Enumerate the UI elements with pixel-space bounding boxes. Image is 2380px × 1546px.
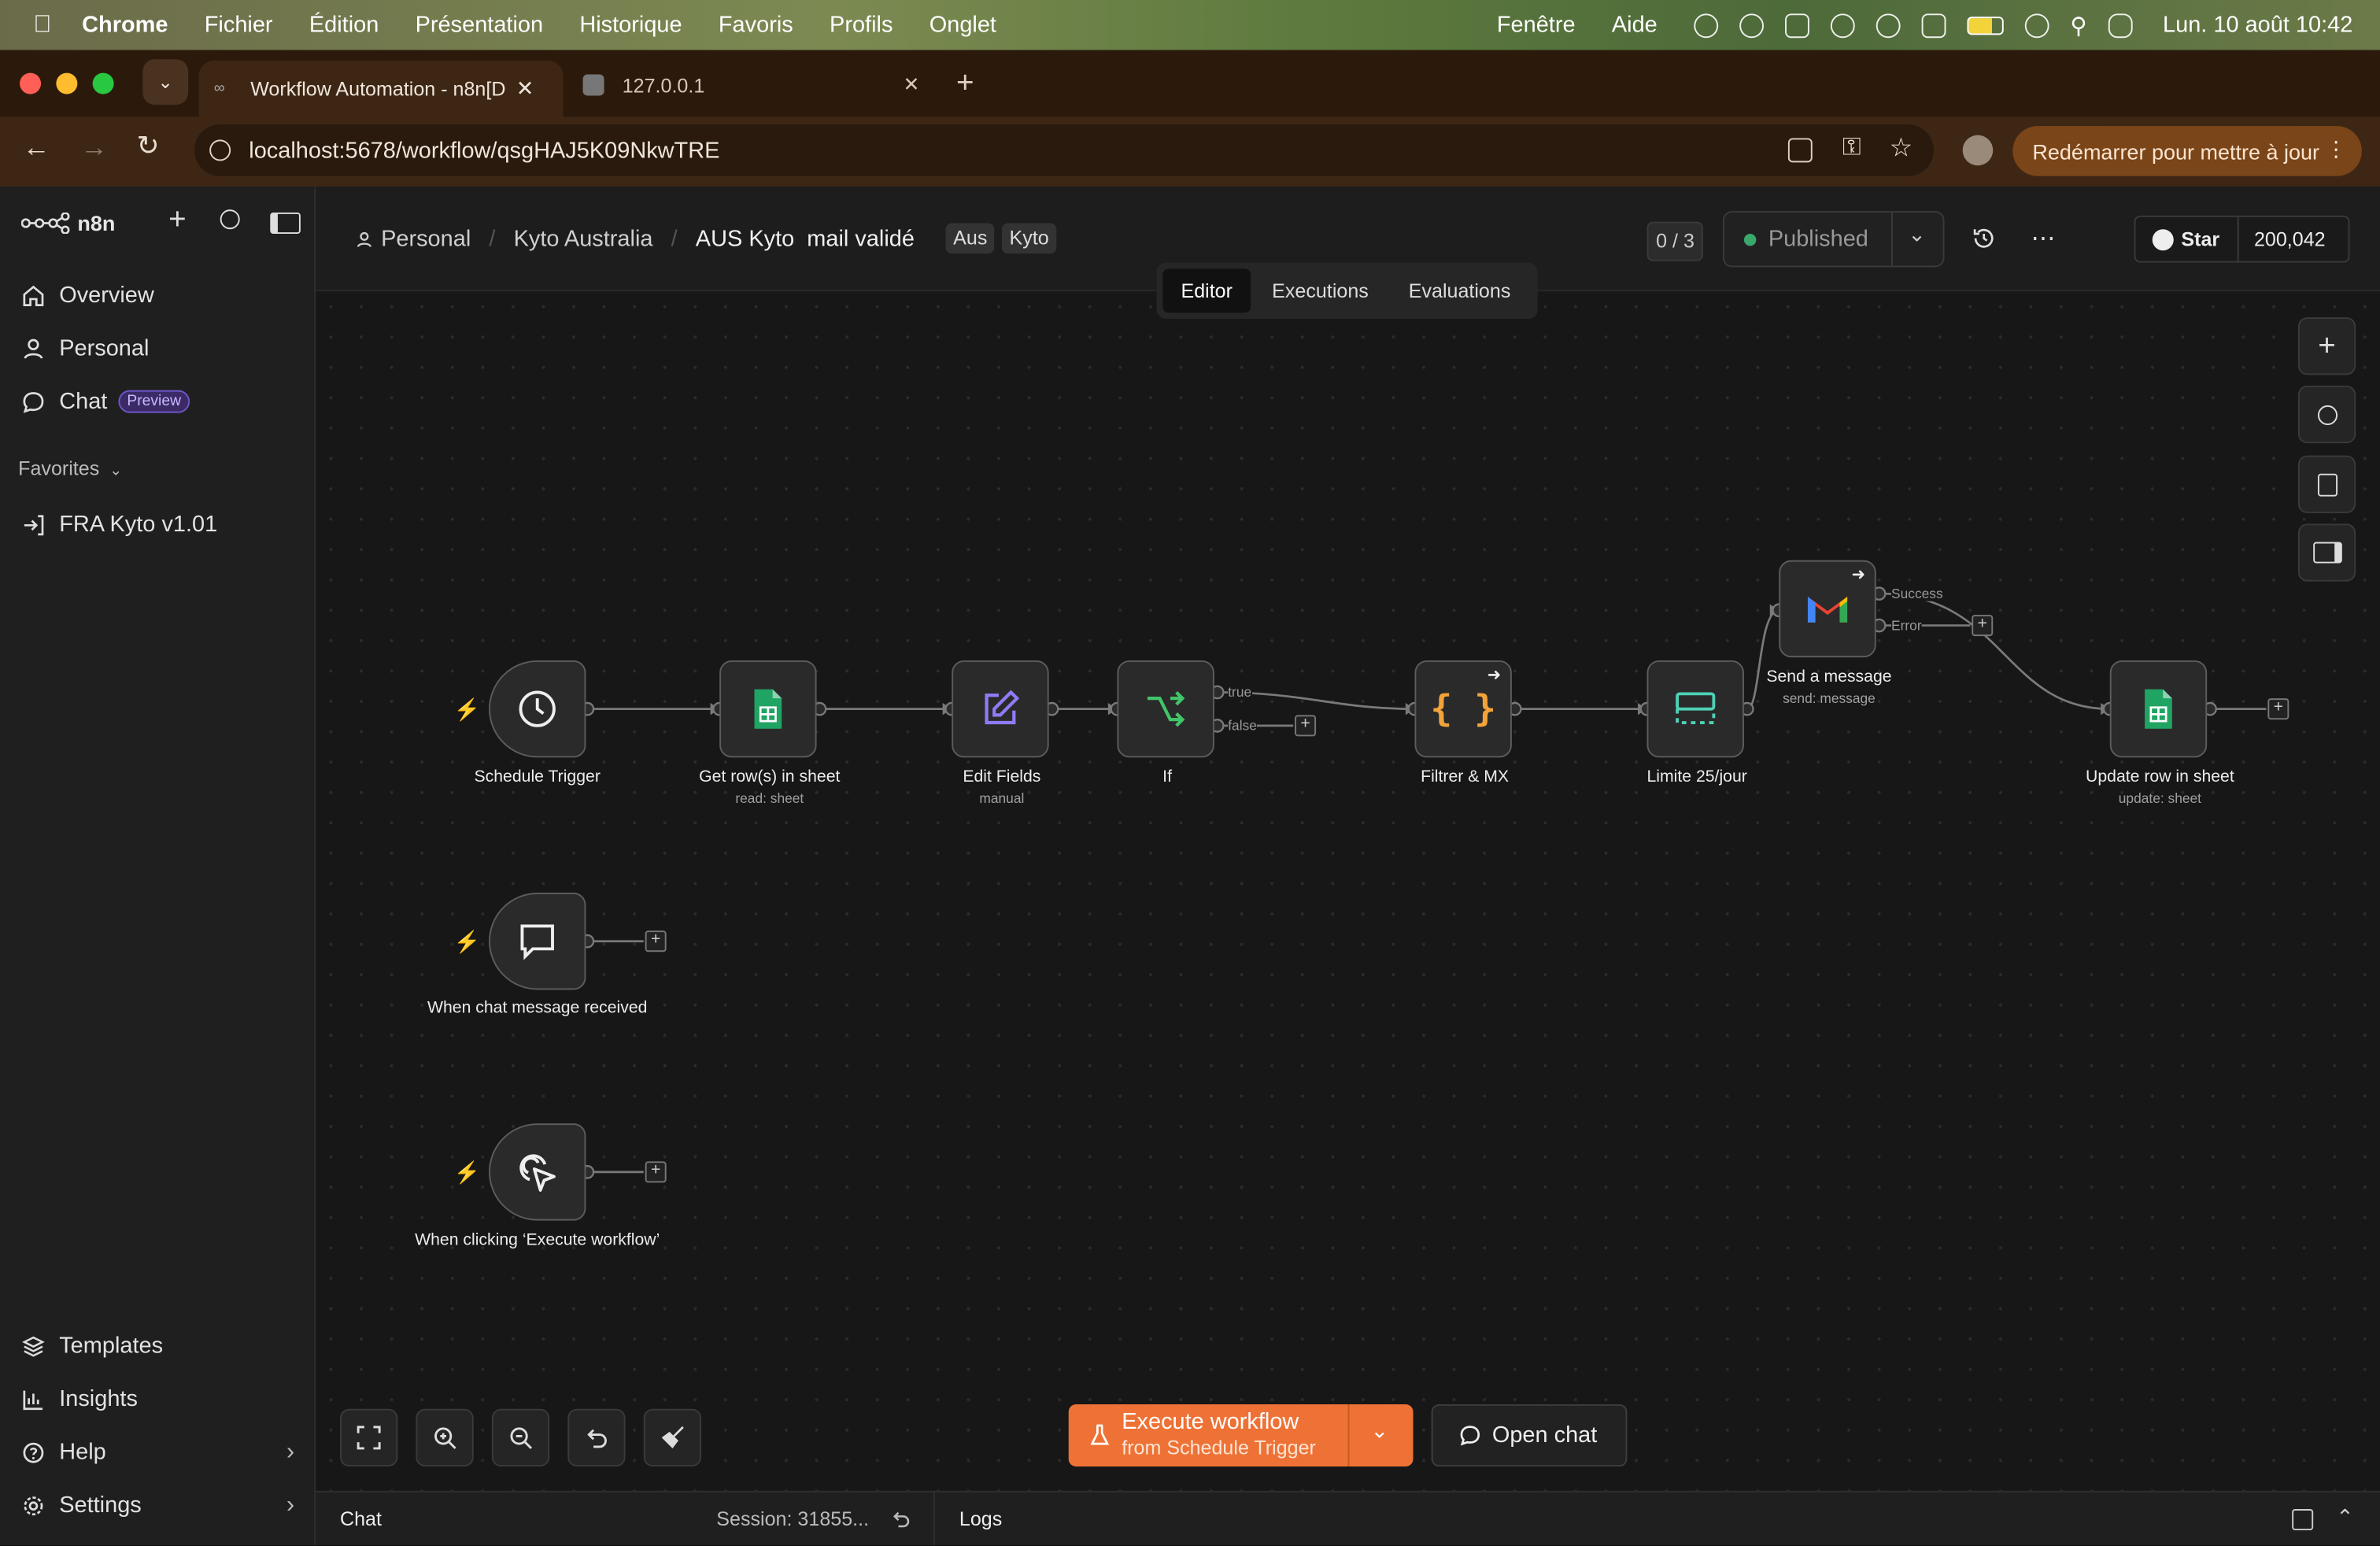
node-label: Schedule Trigger xyxy=(474,767,601,787)
node-subtitle: send: message xyxy=(1783,690,1876,706)
node-if[interactable] xyxy=(1117,660,1214,758)
flask-icon xyxy=(1090,1424,1110,1445)
add-node-plus-icon[interactable]: + xyxy=(2267,698,2289,720)
node-label: Filtrer & MX xyxy=(1421,767,1510,787)
branch-label-false: false xyxy=(1228,718,1257,734)
add-node-plus-icon[interactable]: + xyxy=(1295,715,1317,737)
session-id: Session: 31855... xyxy=(716,1507,870,1531)
undo-button[interactable] xyxy=(567,1408,626,1467)
node-manual-trigger[interactable] xyxy=(489,1123,586,1221)
undo-icon xyxy=(587,1429,607,1448)
branch-label-error: Error xyxy=(1891,617,1922,634)
node-label: Update row in sheet xyxy=(2086,767,2234,787)
chevron-up-icon[interactable]: ⌃ xyxy=(2336,1504,2354,1530)
reset-session-icon[interactable] xyxy=(891,1509,911,1529)
add-node-plus-icon[interactable]: + xyxy=(645,930,667,952)
tidy-up-button[interactable] xyxy=(643,1408,702,1467)
fit-view-icon xyxy=(357,1426,381,1450)
chat-icon xyxy=(1460,1426,1480,1446)
node-label: When clicking ‘Execute workflow’ xyxy=(415,1231,660,1250)
open-chat-label: Open chat xyxy=(1491,1422,1598,1448)
execute-sub-label: from Schedule Trigger xyxy=(1122,1436,1316,1459)
chevron-down-icon[interactable]: ⌄ xyxy=(1371,1418,1389,1444)
node-get-rows-sheet[interactable] xyxy=(719,660,817,758)
zoom-out-icon xyxy=(510,1427,533,1449)
output-arrow-icon: ➜ xyxy=(1487,666,1502,685)
execute-workflow-button[interactable]: Execute workflow from Schedule Trigger ⌄ xyxy=(1068,1404,1414,1467)
pop-out-icon[interactable] xyxy=(2292,1509,2314,1531)
zoom-in-button[interactable] xyxy=(416,1408,474,1467)
node-update-row-sheet[interactable] xyxy=(2109,660,2208,758)
node-label: Get row(s) in sheet xyxy=(699,767,841,787)
panel-divider xyxy=(933,1492,936,1546)
add-node-plus-icon[interactable]: + xyxy=(645,1161,667,1183)
execute-label: Execute workflow xyxy=(1122,1408,1299,1435)
open-chat-button[interactable]: Open chat xyxy=(1431,1404,1628,1467)
node-label: When chat message received xyxy=(427,999,648,1018)
node-schedule-trigger[interactable] xyxy=(489,660,586,758)
broom-icon xyxy=(661,1426,684,1449)
output-arrow-icon: ➜ xyxy=(1851,566,1866,585)
zoom-in-icon xyxy=(434,1427,456,1449)
chat-bubble-icon xyxy=(520,924,554,960)
branch-label-true: true xyxy=(1228,684,1252,701)
gmail-icon xyxy=(1807,596,1848,623)
logs-panel-title[interactable]: Logs xyxy=(959,1507,1002,1530)
google-sheets-icon xyxy=(2145,689,2172,729)
node-label: Limite 25/jour xyxy=(1646,767,1747,787)
fit-view-button[interactable] xyxy=(340,1408,398,1467)
branch-split-icon xyxy=(1148,690,1185,727)
chat-panel-title[interactable]: Chat xyxy=(340,1507,382,1530)
logs-bar: Chat Session: 31855... Logs ⌃ xyxy=(316,1490,2380,1546)
execute-divider xyxy=(1347,1404,1350,1467)
node-label: Send a message xyxy=(1766,668,1892,686)
trigger-bolt-icon: ⚡ xyxy=(453,697,481,722)
clock-icon xyxy=(519,690,556,727)
node-subtitle: read: sheet xyxy=(735,790,804,807)
trigger-bolt-icon: ⚡ xyxy=(453,929,481,954)
code-braces-icon: { } xyxy=(1430,687,1496,730)
add-node-plus-icon[interactable]: + xyxy=(1972,615,1994,637)
node-subtitle: manual xyxy=(979,790,1025,807)
zoom-out-button[interactable] xyxy=(491,1408,550,1467)
node-filtrer-mx[interactable]: { } ➜ xyxy=(1414,660,1512,758)
edit-pencil-icon xyxy=(985,690,1020,725)
node-chat-trigger[interactable] xyxy=(489,893,586,990)
pointer-click-icon xyxy=(519,1154,556,1192)
node-label: If xyxy=(1162,767,1172,787)
node-subtitle: update: sheet xyxy=(2118,790,2201,807)
node-send-message[interactable]: ➜ xyxy=(1779,560,1876,658)
branch-label-success: Success xyxy=(1891,586,1943,601)
trigger-bolt-icon: ⚡ xyxy=(453,1160,481,1185)
node-edit-fields[interactable] xyxy=(952,660,1049,758)
google-sheets-icon xyxy=(754,689,782,729)
